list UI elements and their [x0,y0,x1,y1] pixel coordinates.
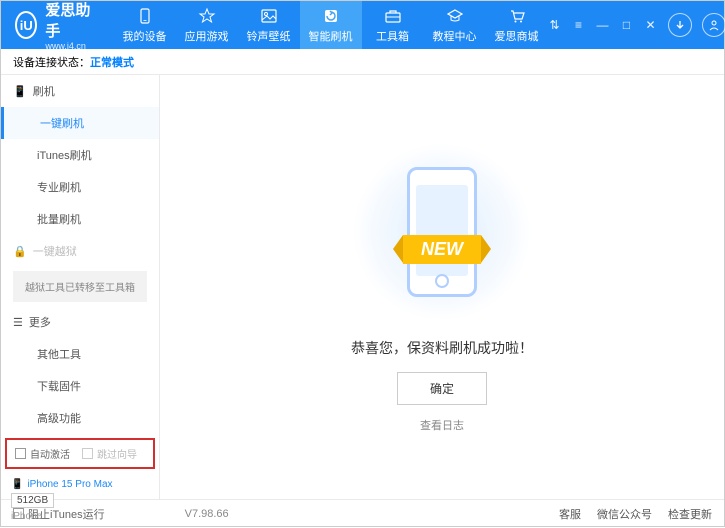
new-ribbon: NEW [403,235,481,264]
brand-url: www.i4.cn [45,41,91,51]
nav-apps[interactable]: 应用游戏 [176,1,238,49]
device-icon [136,7,154,25]
footer-link-update[interactable]: 检查更新 [668,506,712,522]
device-capacity: 512GB [11,493,54,508]
device-type: iPhone [11,511,149,522]
sidebar-item-advanced[interactable]: 高级功能 [1,402,159,434]
titlebar-controls: ⇅ ≡ — □ ✕ [548,13,725,37]
sidebar-item-itunes[interactable]: iTunes刷机 [1,139,159,171]
logo[interactable]: iU 爱思助手 www.i4.cn [1,0,106,51]
sidebar-item-oneclick[interactable]: 一键刷机 [1,107,159,139]
success-illustration: NEW [352,142,532,322]
brand-name: 爱思助手 [45,0,91,41]
checkbox-auto-activate[interactable]: 自动激活 [15,446,70,461]
user-icon[interactable] [702,13,725,37]
footer-link-wechat[interactable]: 微信公众号 [597,506,652,522]
nav-my-device[interactable]: 我的设备 [114,1,176,49]
nav-flash[interactable]: 智能刷机 [300,1,362,49]
sidebar-item-firmware[interactable]: 下载固件 [1,370,159,402]
minimize-icon[interactable]: — [596,18,610,32]
checkbox-icon [15,448,26,459]
cart-icon [508,7,526,25]
phone-graphic [407,167,477,297]
device-info[interactable]: 📱iPhone 15 Pro Max 512GB iPhone [1,473,159,528]
phone-icon: 📱 [13,85,27,98]
nav-ringtones[interactable]: 铃声壁纸 [238,1,300,49]
footer-link-support[interactable]: 客服 [559,506,581,522]
status-row: 设备连接状态： 正常模式 [1,49,724,75]
nav-toolbox[interactable]: 工具箱 [362,1,424,49]
main-panel: NEW 恭喜您，保资料刷机成功啦！ 确定 查看日志 [160,75,724,499]
titlebar: iU 爱思助手 www.i4.cn 我的设备 应用游戏 铃声壁纸 智能刷机 工具… [1,1,724,49]
highlighted-options: 自动激活 跳过向导 [5,438,155,469]
close-icon[interactable]: ✕ [644,18,658,32]
sidebar-item-batch[interactable]: 批量刷机 [1,203,159,235]
status-label: 设备连接状态： [13,54,90,70]
top-nav: 我的设备 应用游戏 铃声壁纸 智能刷机 工具箱 教程中心 爱思商城 [114,1,548,49]
nav-store[interactable]: 爱思商城 [486,1,548,49]
sidebar-section-more[interactable]: ☰更多 [1,306,159,338]
wifi-icon[interactable]: ⇅ [548,18,562,32]
more-icon: ☰ [13,316,23,329]
jailbreak-notice[interactable]: 越狱工具已转移至工具箱 [13,271,147,302]
checkbox-icon [82,448,93,459]
image-icon [260,7,278,25]
checkbox-skip-guide: 跳过向导 [82,446,137,461]
view-log-link[interactable]: 查看日志 [420,417,464,433]
menu-icon[interactable]: ≡ [572,18,586,32]
phone-small-icon: 📱 [11,479,23,490]
sidebar-section-flash[interactable]: 📱刷机 [1,75,159,107]
toolbox-icon [384,7,402,25]
sidebar-section-jailbreak: 🔒一键越狱 [1,235,159,267]
download-icon[interactable] [668,13,692,37]
status-mode: 正常模式 [90,54,134,70]
sidebar-item-other[interactable]: 其他工具 [1,338,159,370]
sidebar-item-pro[interactable]: 专业刷机 [1,171,159,203]
version-label: V7.98.66 [185,508,229,520]
flash-icon [322,7,340,25]
lock-icon: 🔒 [13,245,27,258]
success-message: 恭喜您，保资料刷机成功啦！ [351,338,533,358]
apps-icon [198,7,216,25]
nav-tutorials[interactable]: 教程中心 [424,1,486,49]
sidebar: 📱刷机 一键刷机 iTunes刷机 专业刷机 批量刷机 🔒一键越狱 越狱工具已转… [1,75,160,499]
device-name: 📱iPhone 15 Pro Max [11,479,149,490]
maximize-icon[interactable]: □ [620,18,634,32]
logo-icon: iU [15,11,37,39]
graduation-icon [446,7,464,25]
ok-button[interactable]: 确定 [397,372,487,405]
